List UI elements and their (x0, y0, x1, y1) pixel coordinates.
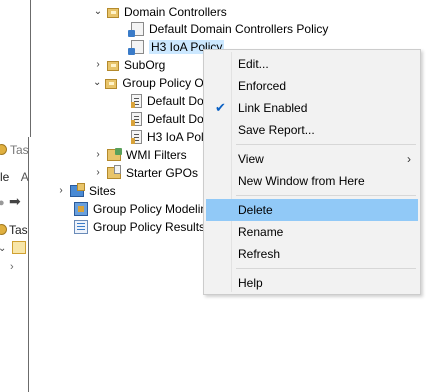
menu-label: Enforced (238, 79, 287, 93)
chevron-right-icon[interactable]: › (93, 149, 103, 160)
gp-results-icon (74, 219, 88, 234)
menu-label: View (238, 152, 264, 166)
ou-folder-icon (107, 60, 119, 71)
bg-chevron-icon[interactable]: › (10, 261, 14, 273)
menu-separator (236, 144, 416, 145)
menu-label: Rename (238, 225, 284, 239)
tree-label: Group Policy Results (93, 219, 203, 234)
tree-item-default-dc-policy[interactable]: Default Domain Controllers Policy (128, 20, 329, 37)
menu-separator (236, 268, 416, 269)
menu-item-new-window[interactable]: New Window from Here (206, 170, 418, 192)
tree-item-gpo-3[interactable]: H3 IoA Policy (131, 128, 203, 145)
gpo-icon (131, 111, 142, 126)
bg-nav-row: ● ➡ (0, 193, 21, 210)
gp-modeling-icon (74, 201, 88, 216)
menu-item-enforced[interactable]: Enforced (206, 75, 418, 97)
chevron-right-icon[interactable]: › (93, 167, 103, 178)
menu-separator (236, 195, 416, 196)
submenu-arrow-icon: › (407, 152, 411, 166)
pane-divider (30, 0, 31, 137)
chevron-down-icon[interactable]: ⌄ (93, 6, 103, 17)
task-icon (0, 144, 7, 155)
back-arrow-icon[interactable]: ● (0, 197, 5, 209)
menu-label: Help (238, 276, 263, 290)
background-window: Tas le A ● ➡ Tas ⌄ › (0, 137, 30, 392)
menu-item-delete[interactable]: Delete (206, 199, 418, 221)
tree-label: Domain Controllers (124, 4, 227, 19)
checkmark-icon: ✔ (215, 100, 226, 115)
tree-item-sites[interactable]: › Sites (56, 182, 116, 199)
gpo-icon (131, 129, 142, 144)
menu-label: Link Enabled (238, 101, 308, 115)
sites-icon (70, 182, 85, 197)
scheduler-icon (11, 241, 26, 255)
bg-menu-next: A (20, 170, 29, 184)
menu-item-rename[interactable]: Rename (206, 221, 418, 243)
menu-label: Save Report... (238, 123, 315, 137)
menu-label: Edit... (238, 57, 269, 71)
tree-item-group-policy-objects[interactable]: ⌄ Group Policy Objects (93, 74, 203, 91)
menu-item-link-enabled[interactable]: ✔ Link Enabled (206, 97, 418, 119)
menu-item-help[interactable]: Help (206, 272, 418, 294)
tree-item-gpo-1[interactable]: Default Domain Controllers Policy (131, 92, 203, 109)
tree-item-wmi-filters[interactable]: › WMI Filters (93, 146, 187, 163)
gpo-icon (131, 93, 142, 108)
menu-item-edit[interactable]: Edit... (206, 53, 418, 75)
bg-menu-file[interactable]: le A (0, 170, 29, 184)
menu-label: New Window from Here (238, 174, 365, 188)
tree-item-gp-results[interactable]: Group Policy Results (74, 218, 203, 235)
gpo-link-icon (128, 21, 144, 37)
bg-tree-row[interactable]: ⌄ (0, 240, 26, 255)
tree-label: Sites (89, 183, 116, 198)
gpo-link-icon (128, 39, 144, 55)
menu-item-refresh[interactable]: Refresh (206, 243, 418, 265)
tree-label: WMI Filters (126, 147, 187, 162)
tree-label: Default Domain Controllers Policy (147, 93, 203, 108)
tree-label: Default Domain Controllers Policy (149, 21, 329, 36)
gpo-folder-icon (105, 78, 118, 89)
bg-task-label-1: Tas (10, 143, 29, 157)
bg-expand-icon[interactable]: ⌄ (0, 243, 6, 254)
bg-file-label: le (0, 170, 10, 184)
tree-label: Default Domain Policy (147, 111, 203, 126)
tree-item-starter-gpos[interactable]: › Starter GPOs (93, 164, 198, 181)
wmi-filter-icon (107, 147, 122, 161)
chevron-right-icon[interactable]: › (93, 59, 103, 70)
tree-item-gp-modeling[interactable]: Group Policy Modeling (74, 200, 203, 217)
ou-folder-icon (107, 7, 119, 18)
tree-label: Starter GPOs (126, 165, 199, 180)
menu-label: Delete (238, 203, 273, 217)
chevron-right-icon[interactable]: › (56, 185, 66, 196)
tree-label: Group Policy Objects (122, 75, 203, 90)
tree-label: Group Policy Modeling (93, 201, 203, 216)
tree-item-gpo-2[interactable]: Default Domain Policy (131, 110, 203, 127)
tree-label: SubOrg (124, 57, 166, 72)
tree-item-suborg[interactable]: › SubOrg (93, 56, 165, 73)
tree-label: H3 IoA Policy (147, 129, 203, 144)
tree-item-domain-controllers[interactable]: ⌄ Domain Controllers (93, 3, 227, 20)
context-menu: Edit... Enforced ✔ Link Enabled Save Rep… (203, 49, 421, 295)
task-icon-2 (0, 224, 7, 235)
chevron-down-icon[interactable]: ⌄ (93, 77, 101, 88)
bg-task-label-2: Tas (9, 223, 28, 237)
forward-arrow-icon[interactable]: ➡ (9, 193, 21, 209)
menu-item-view[interactable]: View › (206, 148, 418, 170)
starter-gpo-icon (107, 164, 121, 179)
menu-item-save-report[interactable]: Save Report... (206, 119, 418, 141)
menu-label: Refresh (238, 247, 281, 261)
